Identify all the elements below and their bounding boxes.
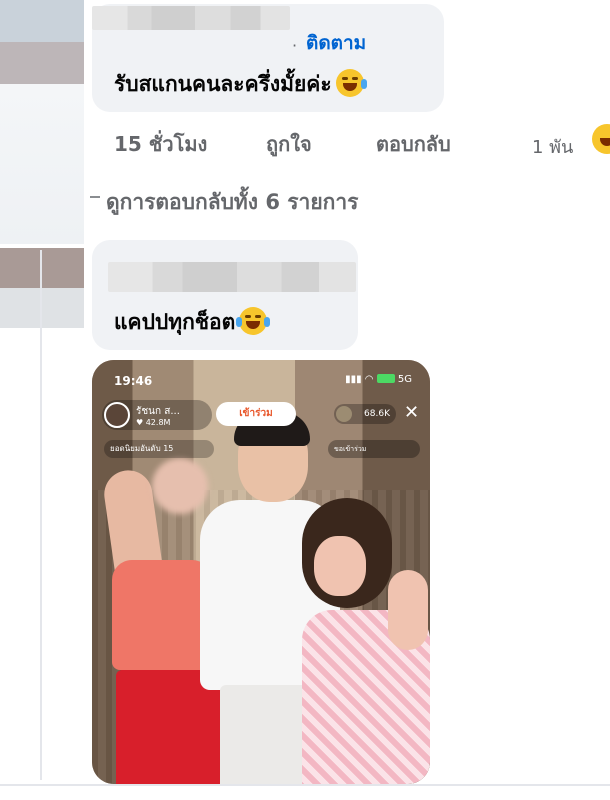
comment-bubble-1: · ติดตาม รับสแกนคนละครึ่งมั้ยค่ะ — [92, 4, 444, 112]
comment-bubble-2: แคปปทุกช็อต — [92, 240, 358, 350]
host-name: รัชนก ส... — [136, 406, 180, 417]
comment-text-1: รับสแกนคนละครึ่งมั้ยค่ะ — [114, 68, 367, 101]
person-left-head — [152, 458, 208, 514]
comment-text-2: แคปปทุกช็อต — [114, 306, 271, 339]
author-name-redacted[interactable] — [108, 262, 356, 292]
follow-button[interactable]: ติดตาม — [306, 28, 366, 58]
divider — [0, 784, 610, 786]
rank-badge: ยอดนิยมอันดับ 15 — [104, 440, 214, 458]
haha-reaction-icon[interactable] — [592, 124, 610, 154]
status-bar-time: 19:46 — [114, 374, 153, 388]
signal-icon: ▮▮▮ — [345, 374, 365, 385]
network-label: 5G — [397, 374, 412, 385]
reply-thread-line — [40, 250, 42, 780]
person-right-face — [314, 536, 366, 596]
like-button[interactable]: ถูกใจ — [266, 128, 312, 160]
comment-timestamp[interactable]: 15 ชั่วโมง — [114, 128, 207, 160]
viewer-count: 68.6K — [334, 404, 396, 424]
status-bar-icons: ▮▮▮ ◠ 5G — [345, 374, 412, 385]
author-name-redacted[interactable] — [92, 6, 290, 30]
reply-button[interactable]: ตอบกลับ — [376, 128, 451, 160]
view-replies-label: ดูการตอบกลับทั้ง 6 รายการ — [106, 190, 359, 214]
comment-photo-attachment[interactable]: 19:46 ▮▮▮ ◠ 5G รัชนก ส... ♥ 42.8M เข้าร่… — [92, 360, 430, 784]
tears-of-joy-emoji-icon — [236, 307, 271, 335]
request-join-chip: ขอเข้าร่วม — [328, 440, 420, 458]
join-live-button: เข้าร่วม — [216, 402, 296, 426]
comment-text: แคปปทุกช็อต — [114, 310, 236, 334]
host-likes: ♥ 42.8M — [136, 418, 171, 427]
battery-icon — [376, 374, 395, 383]
commenter-avatar-1[interactable] — [0, 0, 84, 84]
person-left-top — [112, 560, 212, 670]
reaction-count[interactable]: 1 พัน — [532, 132, 573, 161]
host-avatar — [104, 402, 130, 428]
reply-arrow-icon — [90, 196, 100, 198]
person-right-arm — [388, 570, 428, 650]
view-replies-link[interactable]: ดูการตอบกลับทั้ง 6 รายการ — [90, 186, 359, 219]
avatar-blur-block — [0, 84, 84, 244]
separator-dot: · — [292, 36, 298, 55]
comment-text: รับสแกนคนละครึ่งมั้ยค่ะ — [114, 72, 332, 96]
wifi-icon: ◠ — [364, 374, 377, 385]
commenter-avatar-2[interactable] — [0, 248, 84, 328]
rolling-laughing-emoji-icon — [335, 69, 367, 97]
close-icon: ✕ — [404, 402, 420, 423]
